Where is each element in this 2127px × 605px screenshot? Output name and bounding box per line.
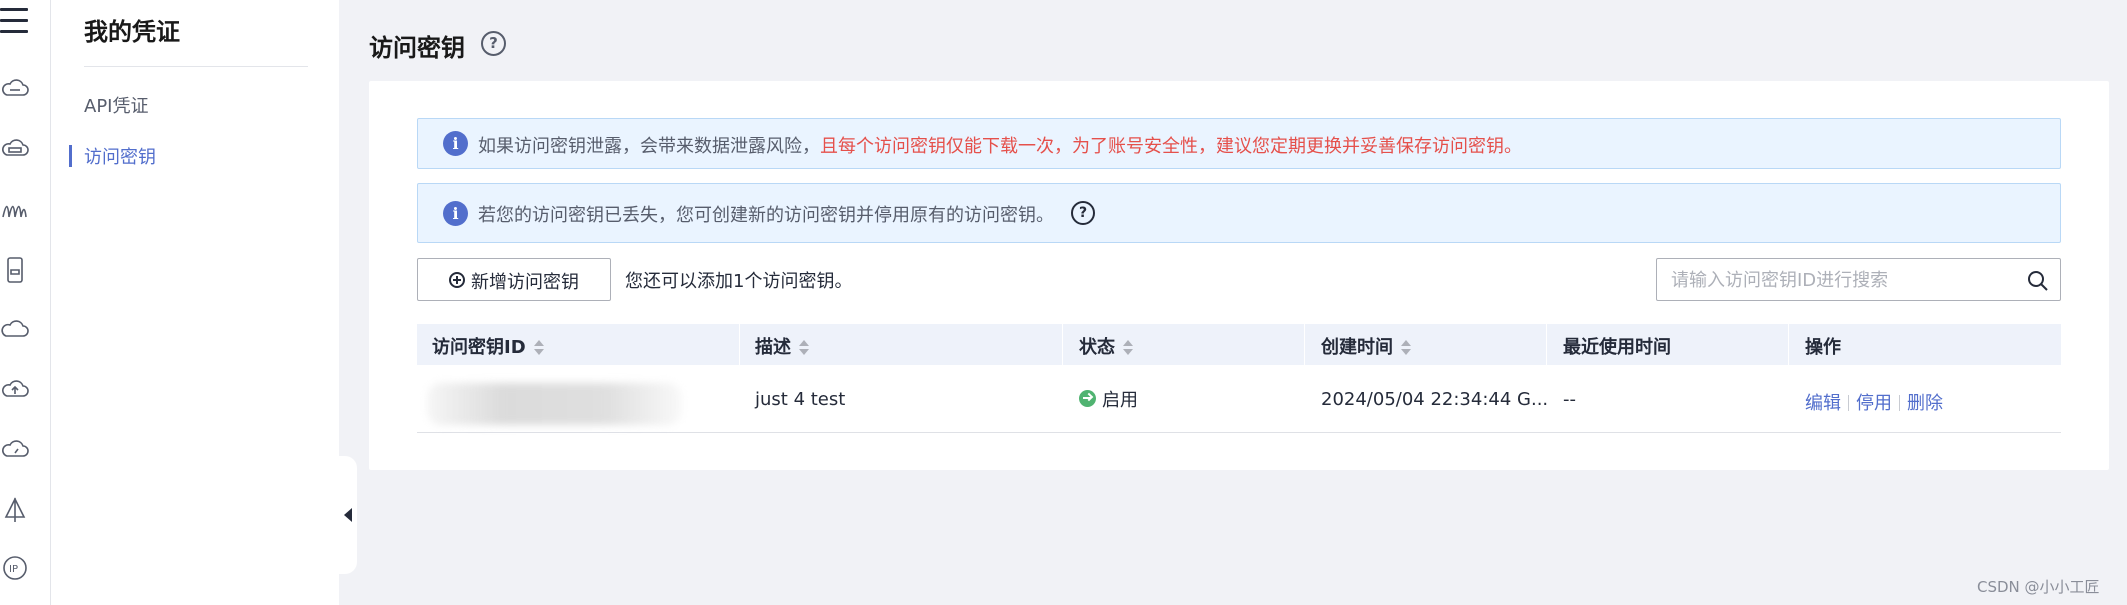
network-icon[interactable] [0, 195, 30, 225]
watermark: CSDN @小小工匠 [1977, 578, 2100, 596]
search-box [1656, 258, 2061, 301]
icon-rail: IP [0, 0, 51, 605]
column-header-label: 状态 [1079, 337, 1115, 358]
svg-text:IP: IP [9, 564, 18, 575]
mobile-icon[interactable] [0, 255, 30, 285]
column-header-id[interactable]: 访问密钥ID [432, 333, 544, 359]
status-label: 启用 [1102, 390, 1138, 411]
column-separator [1062, 324, 1063, 365]
lost-key-alert: i 若您的访问密钥已丢失，您可创建新的访问密钥并停用原有的访问密钥。 ? [417, 183, 2061, 243]
warning-alert: i 如果访问密钥泄露，会带来数据泄露风险，且每个访问密钥仅能下载一次，为了账号安… [417, 118, 2061, 169]
column-header-label: 创建时间 [1321, 337, 1393, 358]
cloud-speed-icon[interactable] [0, 435, 30, 465]
column-separator [1788, 324, 1789, 365]
column-separator [1304, 324, 1305, 365]
collapse-sidebar-button[interactable] [339, 456, 357, 574]
sort-icon[interactable] [533, 339, 544, 357]
column-separator [739, 324, 740, 365]
alert-text: 如果访问密钥泄露，会带来数据泄露风险，且每个访问密钥仅能下载一次，为了账号安全性… [478, 132, 1522, 158]
nav-item-access-keys[interactable]: 访问密钥 [84, 143, 156, 169]
action-separator [1848, 395, 1849, 411]
redacted-key-id [427, 383, 682, 425]
delete-link[interactable]: 删除 [1907, 393, 1943, 414]
column-header-label: 描述 [755, 337, 791, 358]
cell-last-used: -- [1563, 389, 1576, 410]
alert-text: 若您的访问密钥已丢失，您可创建新的访问密钥并停用原有的访问密钥。 [478, 205, 1054, 226]
caret-left-icon [344, 508, 352, 522]
sort-icon[interactable] [1401, 339, 1411, 357]
search-icon[interactable] [2026, 269, 2050, 293]
cell-status: 启用 [1079, 386, 1138, 412]
enabled-status-icon [1079, 390, 1096, 407]
disable-link[interactable]: 停用 [1856, 393, 1892, 414]
action-separator [1899, 395, 1900, 411]
column-header-label: 访问密钥ID [432, 337, 526, 358]
sort-icon[interactable] [799, 339, 809, 357]
secondary-nav: 我的凭证 API凭证 访问密钥 [51, 0, 339, 605]
table-row: just 4 test 启用 2024/05/04 22:34:44 G... … [417, 365, 2061, 433]
info-icon: i [443, 131, 468, 156]
quota-text: 您还可以添加1个访问密钥。 [625, 271, 853, 292]
help-icon[interactable]: ? [481, 31, 506, 56]
table-header: 访问密钥ID 描述 状态 创建时间 最近使用时间 操作 [417, 324, 2061, 365]
cell-created: 2024/05/04 22:34:44 G... [1321, 389, 1549, 410]
cloud-upload-icon[interactable] [0, 375, 30, 405]
search-input[interactable] [1671, 268, 2011, 292]
page-title: 访问密钥 [369, 34, 465, 62]
column-separator [1546, 324, 1547, 365]
nav-title: 我的凭证 [84, 18, 180, 46]
edit-link[interactable]: 编辑 [1805, 393, 1841, 414]
column-header-created[interactable]: 创建时间 [1321, 333, 1411, 359]
sort-icon[interactable] [1123, 339, 1133, 357]
ip-icon[interactable]: IP [0, 553, 30, 583]
add-access-key-label: 新增访问密钥 [471, 272, 579, 293]
alert-text-warning: 且每个访问密钥仅能下载一次，为了账号安全性，建议您定期更换并妥善保存访问密钥。 [820, 136, 1522, 157]
active-indicator [69, 145, 72, 167]
nav-item-api-credentials[interactable]: API凭证 [84, 92, 148, 118]
add-access-key-button[interactable]: 新增访问密钥 [417, 258, 611, 301]
cloud-icon[interactable] [0, 315, 30, 345]
sail-icon[interactable] [0, 495, 30, 525]
column-header-last-used: 最近使用时间 [1563, 337, 1671, 358]
cloud-hdd-icon[interactable] [0, 135, 30, 165]
column-header-description[interactable]: 描述 [755, 333, 809, 359]
alert-text-normal: 如果访问密钥泄露，会带来数据泄露风险， [478, 136, 820, 157]
column-header-actions: 操作 [1805, 337, 1841, 358]
hamburger-menu-icon[interactable] [0, 8, 30, 34]
nav-divider [84, 66, 308, 67]
column-header-status[interactable]: 状态 [1079, 333, 1133, 359]
plus-circle-icon [449, 272, 465, 288]
cell-actions: 编辑 停用 删除 [1805, 389, 1943, 415]
cell-description: just 4 test [755, 389, 846, 410]
help-icon[interactable]: ? [1071, 201, 1095, 225]
cloud-server-icon[interactable] [0, 75, 30, 105]
content-card: i 如果访问密钥泄露，会带来数据泄露风险，且每个访问密钥仅能下载一次，为了账号安… [369, 81, 2109, 470]
info-icon: i [443, 201, 468, 226]
